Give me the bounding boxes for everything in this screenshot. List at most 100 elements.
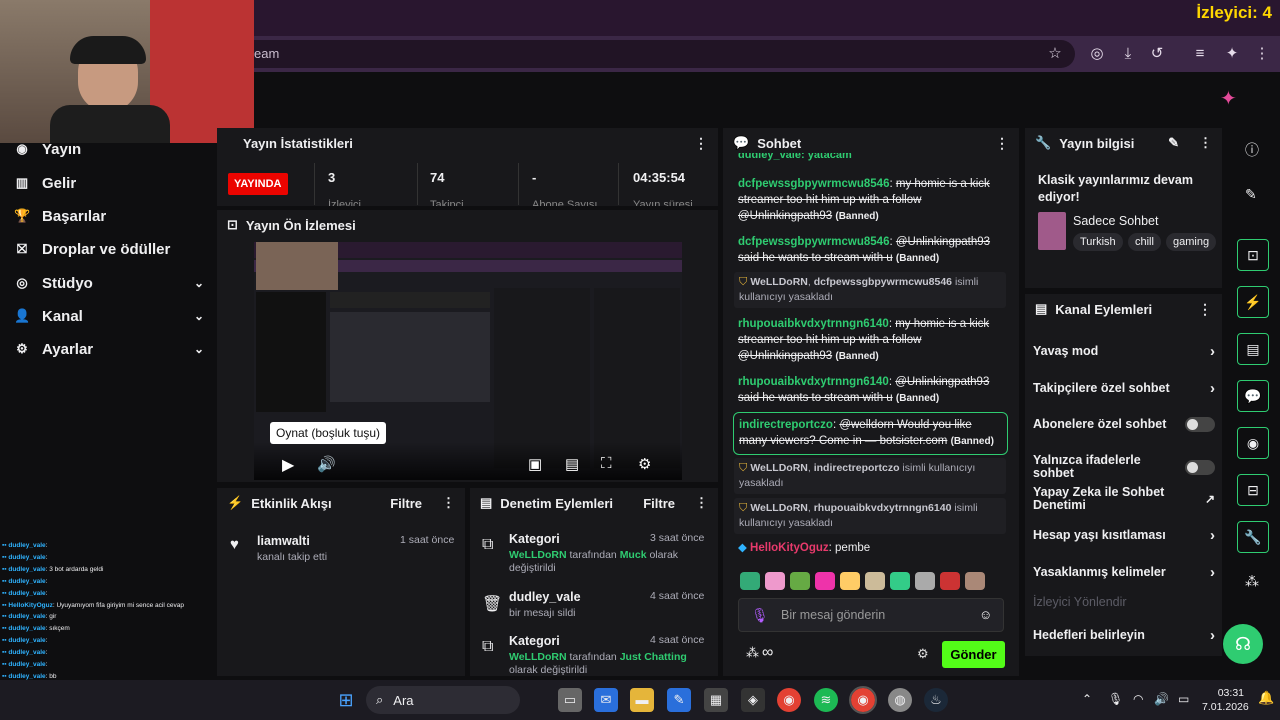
emote-icon[interactable] [965, 572, 985, 590]
chrome-profile-icon[interactable]: ◉ [849, 686, 877, 714]
fullscreen-icon[interactable]: ⛶ [601, 455, 612, 472]
sidebar-item-3[interactable]: ⛝ Droplar ve ödüller [14, 236, 204, 262]
battery-icon[interactable]: ▭ [1178, 692, 1189, 706]
document-icon[interactable]: ▤ [1237, 333, 1269, 365]
toggle-switch[interactable] [1185, 459, 1215, 475]
history-icon[interactable]: ↺ [1147, 44, 1167, 64]
play-icon[interactable]: ▶ [282, 455, 294, 475]
chat-icon[interactable]: 💬 [1237, 380, 1269, 412]
emote-icon[interactable] [740, 572, 760, 590]
moderation-user[interactable]: WeLLDoRN [509, 549, 567, 561]
edit-icon[interactable]: ✎ [1245, 186, 1257, 203]
activity-filter-button[interactable]: Filtre [390, 496, 422, 511]
channel-action-3[interactable]: Yalnızca ifadelerle sohbet [1033, 454, 1215, 480]
store-icon[interactable]: ▦ [704, 688, 728, 712]
tag-chip[interactable]: Turkish [1073, 233, 1123, 251]
channel-action-0[interactable]: Yavaş mod › [1033, 343, 1215, 360]
channel-action-2[interactable]: Abonelere özel sohbet [1033, 417, 1215, 432]
chevron-down-icon[interactable]: ⌄ [194, 342, 204, 356]
mic-tray-icon[interactable]: 🎙 [1108, 692, 1123, 706]
chrome-icon[interactable]: ◉ [777, 688, 801, 712]
moderation-user[interactable]: WeLLDoRN [509, 651, 567, 663]
banned-user[interactable]: rhupouaibkvdxytrnngn6140 [814, 502, 952, 514]
banned-user[interactable]: dcfpewssgbpywrmcwu8546 [814, 276, 952, 288]
activity-user[interactable]: liamwalti [257, 534, 310, 548]
menu-icon[interactable]: ⋮ [1252, 44, 1272, 64]
channel-action-4[interactable]: Yapay Zeka ile Sohbet Denetimi ↗ [1033, 486, 1215, 512]
chat-username[interactable]: indirectreportczo [739, 419, 833, 431]
wrench-icon[interactable]: 🔧 [1237, 521, 1269, 553]
channel-action-1[interactable]: Takipçilere özel sohbet › [1033, 380, 1215, 397]
emote-icon[interactable] [790, 572, 810, 590]
support-icon[interactable]: ☊ [1223, 624, 1263, 664]
incognito-icon[interactable]: ◎ [1087, 44, 1107, 64]
emote-icon[interactable] [915, 572, 935, 590]
more-icon[interactable]: ⋮ [995, 135, 1009, 152]
app-icon[interactable]: ◍ [888, 688, 912, 712]
emote-icon[interactable] [840, 572, 860, 590]
address-bar[interactable]: eam [240, 40, 1075, 68]
tag-chip[interactable]: chill [1128, 233, 1161, 251]
more-icon[interactable]: ⋮ [1198, 301, 1212, 318]
steam-icon[interactable]: ♨ [924, 688, 948, 712]
emote-icon[interactable] [765, 572, 785, 590]
profile-icon[interactable]: ✦ [1222, 44, 1242, 64]
chat-username[interactable]: rhupouaibkvdxytrnngn6140 [738, 318, 889, 330]
tag-chip[interactable]: gaming [1166, 233, 1217, 251]
stream-preview-video[interactable] [254, 242, 682, 480]
preview-icon[interactable]: ⊡ [1237, 239, 1269, 271]
mod-name[interactable]: WeLLDoRN [750, 502, 808, 514]
broadcast-icon[interactable]: ◉ [1237, 427, 1269, 459]
chat-username[interactable]: HelloKityOguz [750, 542, 829, 554]
emote-icon[interactable] [940, 572, 960, 590]
moderation-filter-button[interactable]: Filtre [643, 496, 675, 511]
emote-icon[interactable] [865, 572, 885, 590]
star-icon[interactable]: ☆ [1045, 44, 1065, 64]
mail-icon[interactable]: ✉ [594, 688, 618, 712]
wifi-icon[interactable]: ◠ [1133, 692, 1143, 706]
emote-icon[interactable] [815, 572, 835, 590]
windows-start-icon[interactable]: ⊞ [334, 688, 358, 712]
user-avatar-icon[interactable]: ✦ [1220, 86, 1237, 111]
notification-icon[interactable]: 🔔 [1258, 690, 1274, 706]
chevron-down-icon[interactable]: ⌄ [194, 309, 204, 323]
chat-username[interactable]: dcfpewssgbpywrmcwu8546 [738, 178, 889, 190]
taskbar-search[interactable]: ⌕ Ara [366, 686, 520, 714]
chat-settings-icon[interactable]: ⚙ [917, 646, 929, 662]
folder-icon[interactable]: ▬ [630, 688, 654, 712]
banned-user[interactable]: indirectreportczo [814, 462, 900, 474]
mic-icon[interactable]: 🎙 [751, 607, 769, 624]
pip-icon[interactable]: ▣ [528, 455, 542, 473]
more-icon[interactable]: ⋮ [695, 495, 708, 511]
mod-name[interactable]: WeLLDoRN [750, 276, 808, 288]
sidebar-item-1[interactable]: ▥ Gelir [14, 170, 204, 196]
toggle-switch[interactable] [1185, 417, 1215, 432]
points-icon[interactable]: ⁂ [746, 645, 759, 661]
speaker-icon[interactable]: 🔊 [1154, 692, 1169, 706]
chat-username[interactable]: rhupouaibkvdxytrnngn6140 [738, 376, 889, 388]
info-icon[interactable]: ⓘ [1245, 140, 1259, 160]
chat-username[interactable]: dcfpewssgbpywrmcwu8546 [738, 236, 889, 248]
layout-icon[interactable]: ⊟ [1237, 474, 1269, 506]
sidebar-item-6[interactable]: ⚙ Ayarlar ⌄ [14, 336, 204, 362]
settings-icon[interactable]: ⚙ [638, 455, 651, 473]
editor-icon[interactable]: ✎ [667, 688, 691, 712]
chat-input-box[interactable]: 🎙 Bir mesaj gönderin ☺ [738, 598, 1004, 632]
obs-icon[interactable]: ◈ [741, 688, 765, 712]
media-icon[interactable]: ≡ [1190, 44, 1210, 64]
volume-icon[interactable]: 🔊 [317, 455, 336, 473]
sidebar-item-2[interactable]: 🏆 Başarılar [14, 203, 204, 229]
bolt-icon[interactable]: ⚡ [1237, 286, 1269, 318]
more-icon[interactable]: ⋮ [442, 495, 455, 511]
edit-icon[interactable]: ✎ [1168, 135, 1179, 151]
sidebar-item-0[interactable]: ◉ Yayın [14, 136, 204, 162]
category-name[interactable]: Sadece Sohbet [1073, 214, 1159, 228]
channel-action-6[interactable]: Yasaklanmış kelimeler › [1033, 564, 1215, 581]
theater-icon[interactable]: ▤ [565, 455, 579, 473]
download-icon[interactable]: ⤓ [1118, 44, 1138, 64]
channel-action-5[interactable]: Hesap yaşı kısıtlaması › [1033, 527, 1215, 544]
more-icon[interactable]: ⋮ [694, 135, 708, 152]
sidebar-item-5[interactable]: 👤 Kanal ⌄ [14, 303, 204, 329]
chevron-down-icon[interactable]: ⌄ [194, 276, 204, 290]
task-view-icon[interactable]: ▭ [558, 688, 582, 712]
